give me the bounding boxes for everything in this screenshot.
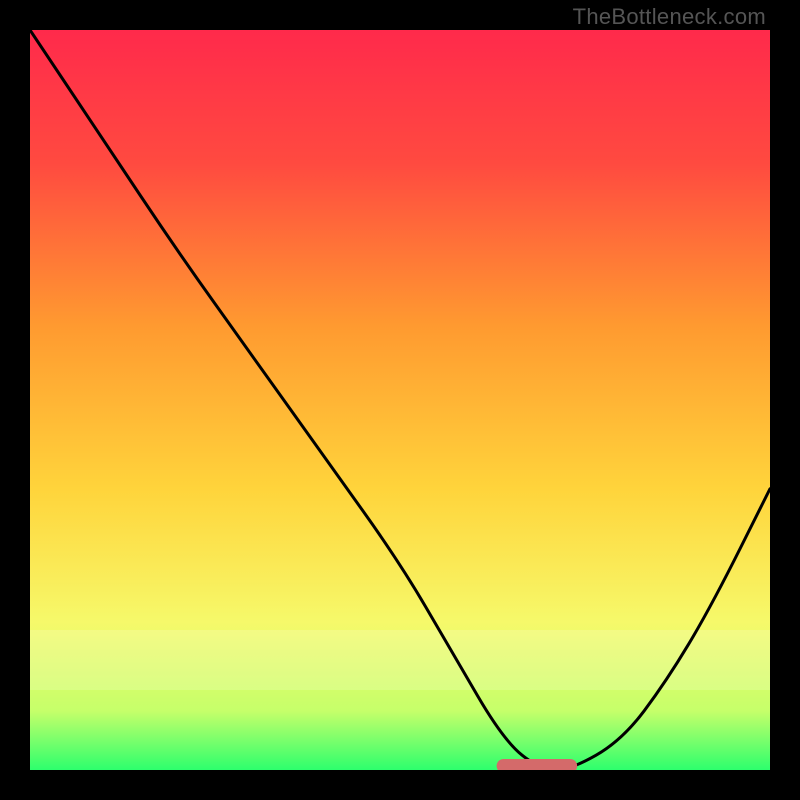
haze-band [30,630,770,690]
watermark-text: TheBottleneck.com [573,4,766,30]
bottleneck-chart [30,30,770,770]
chart-frame [30,30,770,770]
